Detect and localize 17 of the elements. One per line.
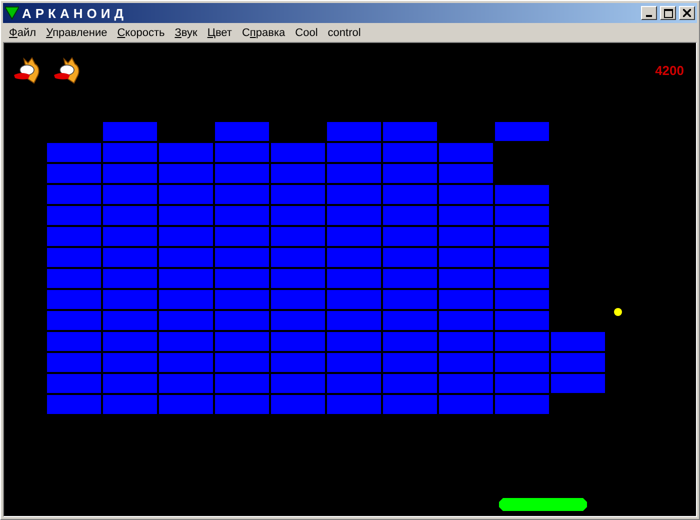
close-icon xyxy=(683,9,691,17)
close-button[interactable] xyxy=(679,6,695,20)
menu-item[interactable]: Цвет xyxy=(202,26,237,38)
menu-item[interactable]: Справка xyxy=(236,26,290,38)
maximize-button[interactable] xyxy=(660,6,676,20)
menu-item[interactable]: Звук xyxy=(170,26,202,38)
triangle-logo-icon xyxy=(5,6,19,20)
score: 4200 xyxy=(655,63,684,78)
menu-item[interactable]: Скорость xyxy=(112,26,170,38)
window-title: АРКАНОИД xyxy=(22,6,128,20)
maximize-icon xyxy=(664,8,672,18)
menu-item[interactable]: Управление xyxy=(41,26,112,38)
minimize-button[interactable] xyxy=(641,6,657,20)
menu-item[interactable]: control xyxy=(322,26,366,38)
menu-item[interactable]: Файл xyxy=(4,26,42,38)
menu-item[interactable]: Cool xyxy=(290,26,323,38)
ball xyxy=(614,308,622,316)
